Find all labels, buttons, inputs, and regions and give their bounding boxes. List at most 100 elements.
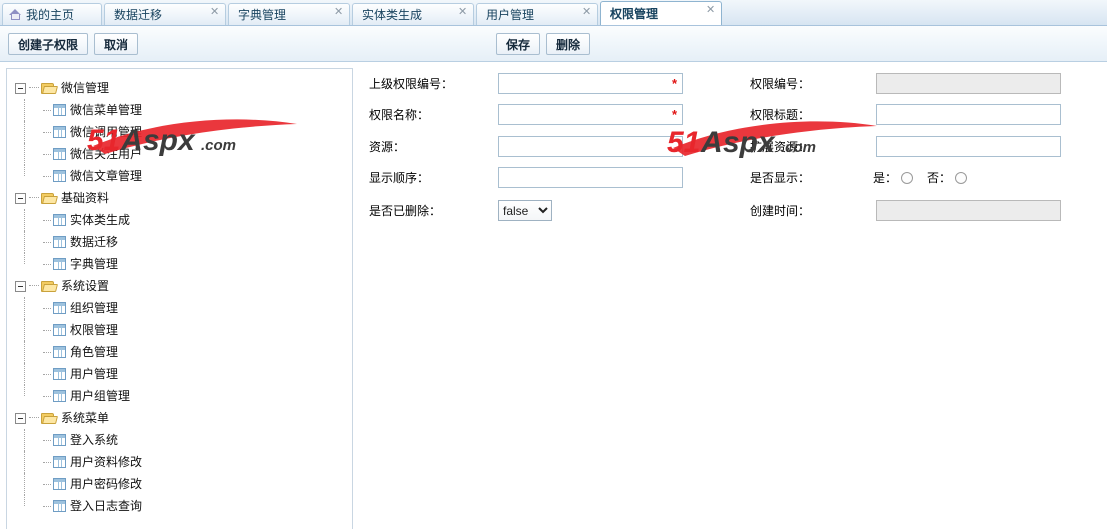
tree-item-label: 微信调用管理 [70, 125, 143, 139]
display-order-label: 显示顺序： [369, 171, 430, 185]
is-deleted-select[interactable]: falsetrue [498, 200, 552, 221]
grid-icon [53, 456, 66, 468]
tree-item-label: 登入日志查询 [70, 499, 143, 513]
grid-icon [53, 236, 66, 248]
tree-connector [29, 197, 39, 199]
tree-group-system-menu[interactable]: 系统菜单 [7, 407, 352, 429]
close-icon[interactable]: ✕ [334, 6, 343, 17]
grid-icon [53, 324, 66, 336]
tree-group-label: 系统设置 [61, 279, 110, 293]
grid-icon [53, 346, 66, 358]
grid-icon [53, 478, 66, 490]
collapse-toggle-icon[interactable] [15, 192, 26, 204]
tab-entity-class-generation[interactable]: 实体类生成 ✕ [352, 3, 474, 25]
is-visible-radio-group: 是： 否： [873, 167, 981, 189]
grid-icon [53, 148, 66, 160]
tree-item-wechat-call-management[interactable]: 微信调用管理 [7, 121, 352, 143]
tab-label: 我的主页 [26, 8, 75, 22]
tree-item-dictionary-management[interactable]: 字典管理 [7, 253, 352, 275]
grid-icon [53, 126, 66, 138]
tree-group-system-settings[interactable]: 系统设置 [7, 275, 352, 297]
grid-icon [53, 170, 66, 182]
tree-item-wechat-article-management[interactable]: 微信文章管理 [7, 165, 352, 187]
home-icon [9, 8, 22, 21]
tree-item-label: 角色管理 [70, 345, 119, 359]
tree-group-wechat-management[interactable]: 微信管理 [7, 77, 352, 99]
permission-name-input[interactable] [498, 104, 683, 125]
tree-item-login-system[interactable]: 登入系统 [7, 429, 352, 451]
tree-connector [29, 87, 39, 89]
grid-icon [53, 214, 66, 226]
tree-group-label: 系统菜单 [61, 411, 110, 425]
close-icon[interactable]: ✕ [582, 6, 591, 17]
tree-item-permission-management[interactable]: 权限管理 [7, 319, 352, 341]
tab-label: 实体类生成 [362, 8, 423, 22]
tree-item-user-profile-edit[interactable]: 用户资料修改 [7, 451, 352, 473]
tree-item-entity-class-generation[interactable]: 实体类生成 [7, 209, 352, 231]
delete-button[interactable]: 删除 [546, 33, 591, 55]
tree-item-label: 用户资料修改 [70, 455, 143, 469]
tree-item-user-group-management[interactable]: 用户组管理 [7, 385, 352, 407]
cancel-button[interactable]: 取消 [94, 33, 139, 55]
tree-group-basic-data[interactable]: 基础资料 [7, 187, 352, 209]
tree-item-label: 用户组管理 [70, 389, 131, 403]
grid-icon [53, 104, 66, 116]
parent-permission-id-label: 上级权限编号： [369, 77, 454, 91]
parent-permission-id-input[interactable] [498, 73, 683, 94]
tree-item-label: 权限管理 [70, 323, 119, 337]
collapse-toggle-icon[interactable] [15, 412, 26, 424]
tree-item-label: 微信文章管理 [70, 169, 143, 183]
permission-form: 上级权限编号： * 权限名称： * 资源： 显示顺序： 是否已删除： false… [360, 68, 1100, 529]
tree-item-label: 字典管理 [70, 257, 119, 271]
tree-item-user-management[interactable]: 用户管理 [7, 363, 352, 385]
toolbar: 创建子权限 取消 保存 删除 [0, 26, 1107, 62]
close-icon[interactable]: ✕ [458, 6, 467, 17]
tree-group-label: 微信管理 [61, 81, 110, 95]
is-visible-yes-label: 是： [873, 171, 898, 185]
navigation-tree-panel: 微信管理 微信菜单管理 微信调用管理 微信关注用户 微信文章管理 基础资料 实体… [6, 68, 353, 529]
tree-item-user-password-edit[interactable]: 用户密码修改 [7, 473, 352, 495]
tree-item-label: 登入系统 [70, 433, 119, 447]
create-sub-permission-button[interactable]: 创建子权限 [8, 33, 89, 55]
tree-item-label: 实体类生成 [70, 213, 131, 227]
close-icon[interactable]: ✕ [210, 6, 219, 17]
resource-label: 资源： [369, 140, 406, 154]
extended-resource-label: 扩展资源： [750, 140, 811, 154]
tree-item-label: 用户密码修改 [70, 477, 143, 491]
extended-resource-input[interactable] [876, 136, 1061, 157]
permission-title-input[interactable] [876, 104, 1061, 125]
is-visible-no-radio[interactable] [955, 172, 968, 184]
tree-item-wechat-menu-management[interactable]: 微信菜单管理 [7, 99, 352, 121]
tab-label: 字典管理 [238, 8, 287, 22]
collapse-toggle-icon[interactable] [15, 280, 26, 292]
tab-my-homepage[interactable]: 我的主页 [2, 3, 102, 25]
tab-data-migration[interactable]: 数据迁移 ✕ [104, 3, 226, 25]
folder-icon [41, 280, 57, 293]
folder-icon [41, 82, 57, 95]
tab-label: 权限管理 [610, 7, 659, 21]
collapse-toggle-icon[interactable] [15, 82, 26, 94]
tab-permission-management[interactable]: 权限管理 ✕ [600, 1, 722, 25]
tree-item-organization-management[interactable]: 组织管理 [7, 297, 352, 319]
tree-item-label: 用户管理 [70, 367, 119, 381]
display-order-input[interactable] [498, 167, 683, 188]
tree-item-label: 数据迁移 [70, 235, 119, 249]
permission-id-input [876, 73, 1061, 94]
tree-item-role-management[interactable]: 角色管理 [7, 341, 352, 363]
tree-item-login-log-query[interactable]: 登入日志查询 [7, 495, 352, 517]
save-button[interactable]: 保存 [496, 33, 541, 55]
close-icon[interactable]: ✕ [706, 4, 715, 15]
is-visible-yes-radio[interactable] [901, 172, 914, 184]
tree-group-label: 基础资料 [61, 191, 110, 205]
permission-title-label: 权限标题： [750, 108, 811, 122]
is-visible-no-label: 否： [927, 171, 952, 185]
tree-item-wechat-followers[interactable]: 微信关注用户 [7, 143, 352, 165]
resource-input[interactable] [498, 136, 683, 157]
tree-item-data-migration[interactable]: 数据迁移 [7, 231, 352, 253]
tree-item-label: 微信关注用户 [70, 147, 143, 161]
permission-name-label: 权限名称： [369, 108, 430, 122]
tab-bar: 我的主页 数据迁移 ✕ 字典管理 ✕ 实体类生成 ✕ 用户管理 ✕ 权限管理 ✕ [0, 0, 1107, 26]
tab-user-management[interactable]: 用户管理 ✕ [476, 3, 598, 25]
tree-item-label: 微信菜单管理 [70, 103, 143, 117]
tab-dictionary-management[interactable]: 字典管理 ✕ [228, 3, 350, 25]
